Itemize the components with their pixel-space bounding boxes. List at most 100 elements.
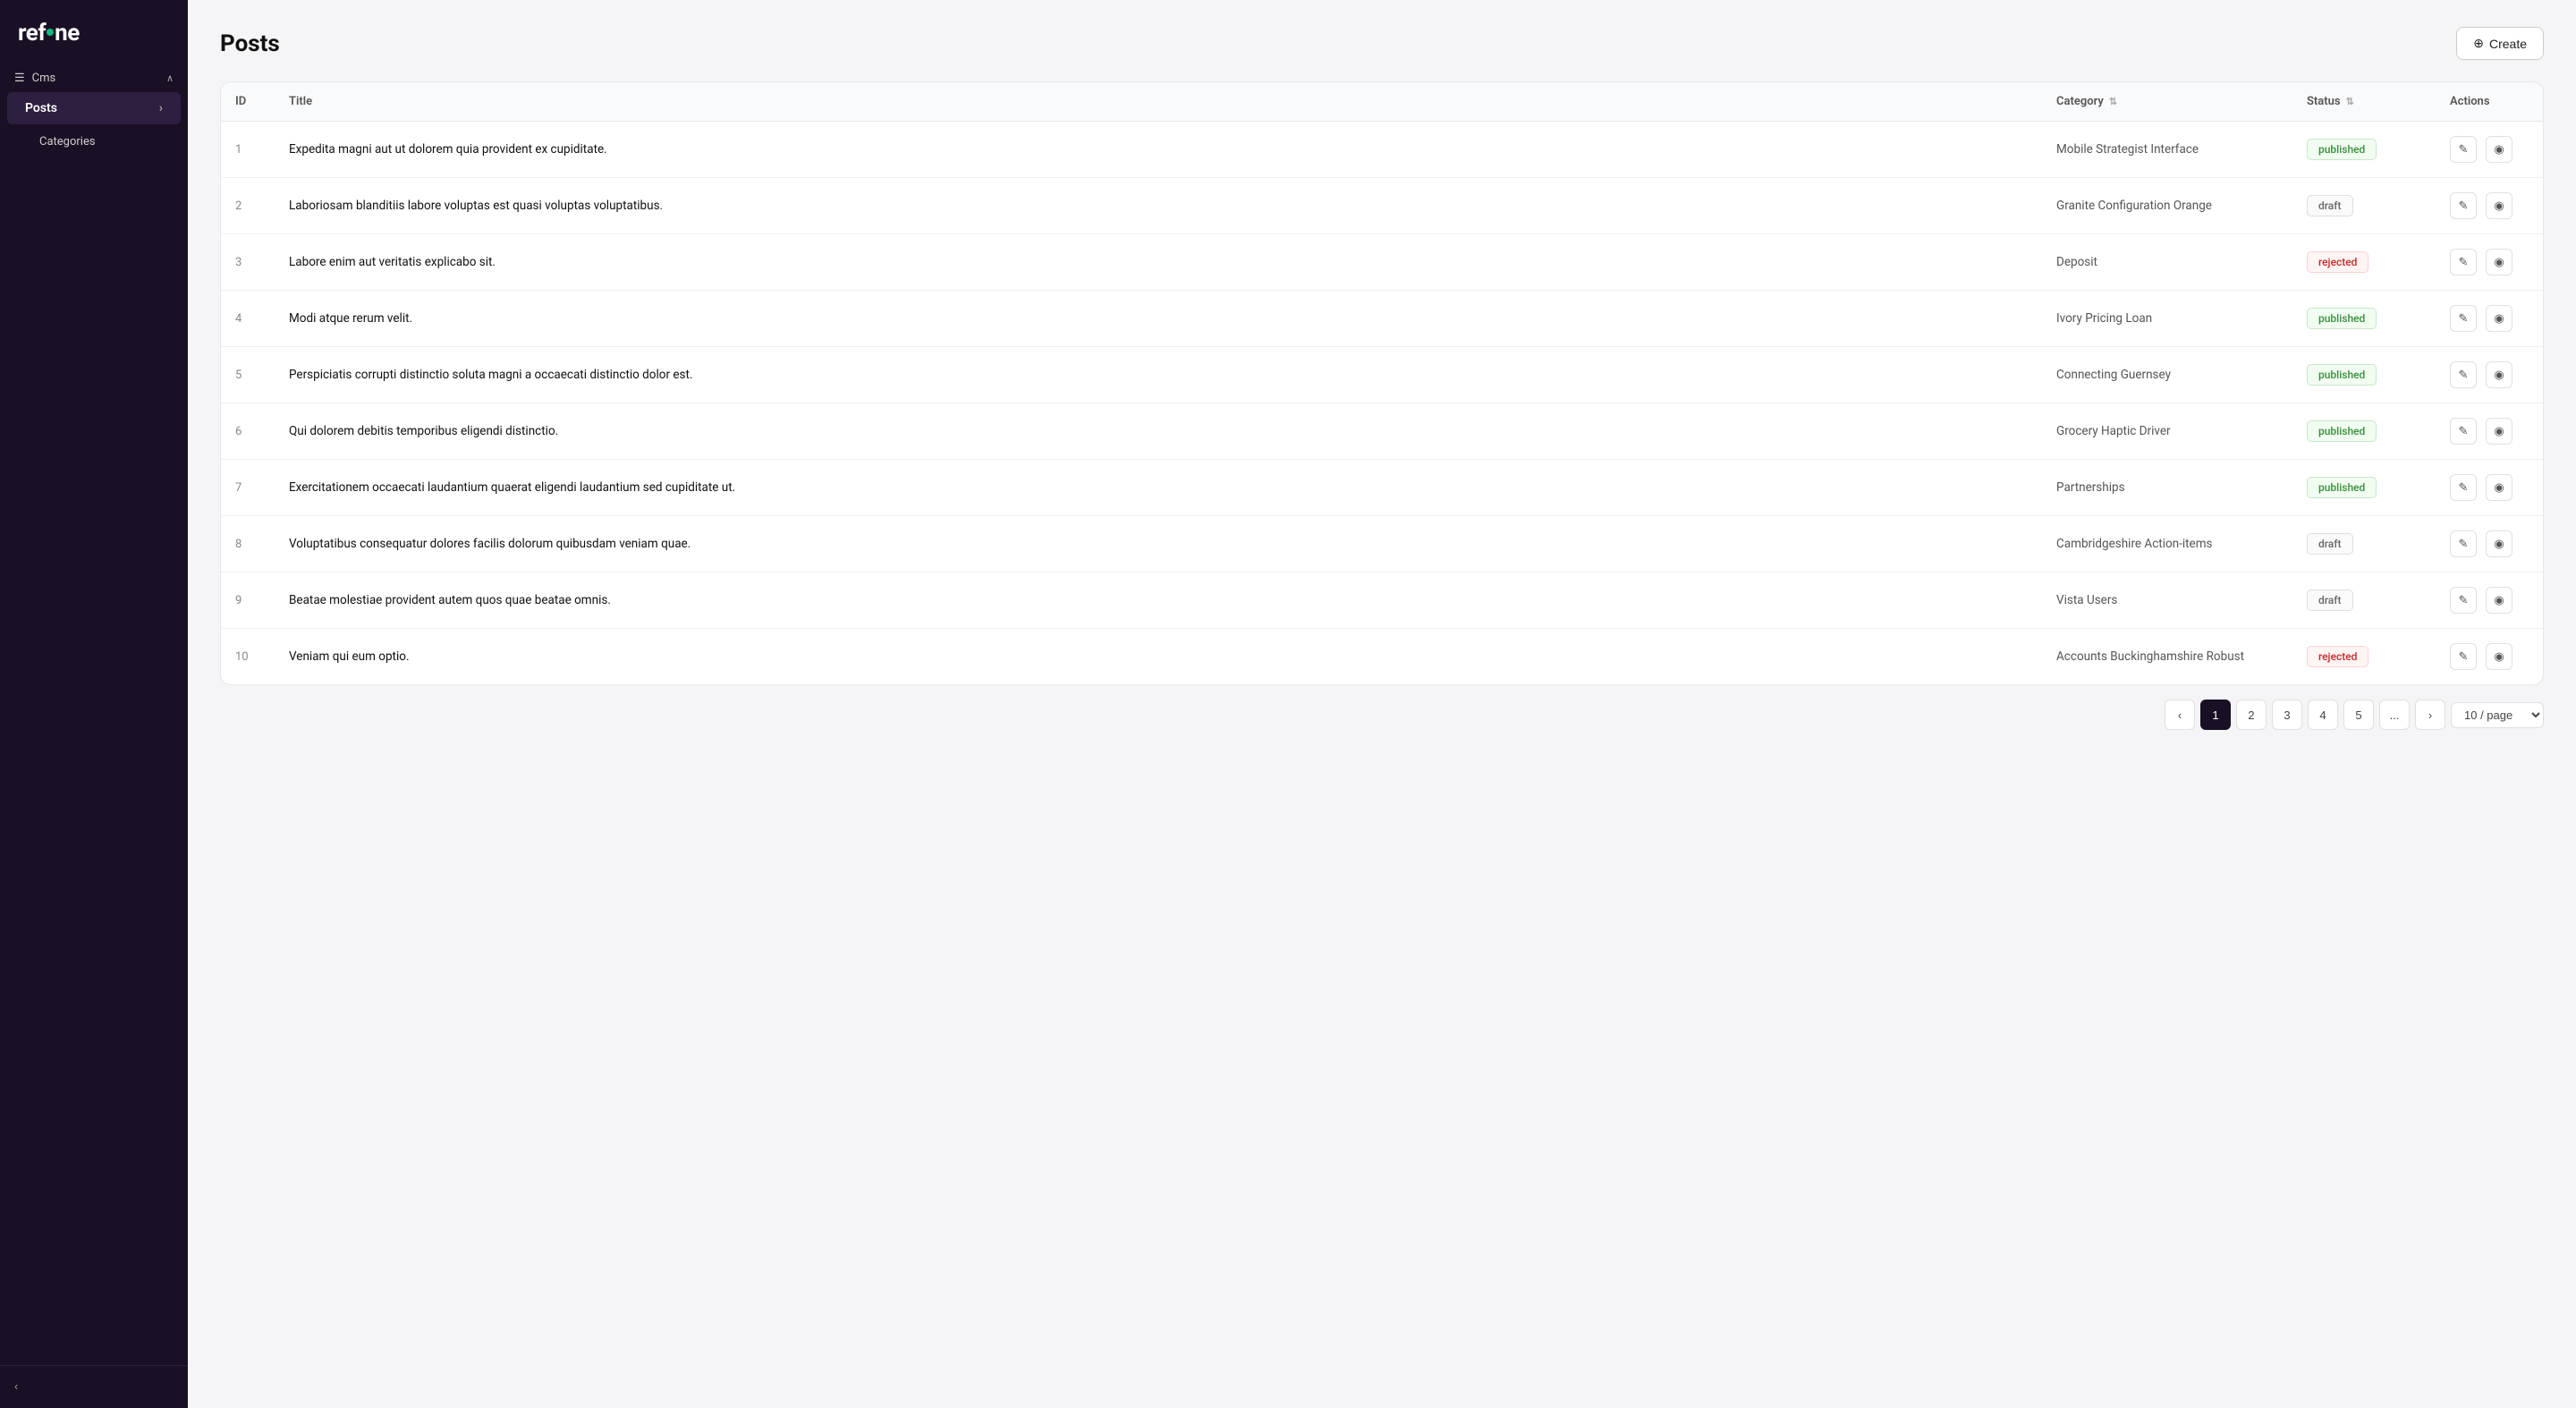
view-button[interactable]: ◉	[2486, 192, 2512, 219]
cell-category: Granite Configuration Orange	[2042, 178, 2292, 234]
sidebar-item-categories[interactable]: Categories	[7, 127, 181, 157]
view-button[interactable]: ◉	[2486, 474, 2512, 501]
posts-table: ID Title Category ⇅ Status	[221, 82, 2543, 684]
cell-actions: ✎ ◉	[2436, 347, 2543, 403]
cell-actions: ✎ ◉	[2436, 122, 2543, 178]
page-header: Posts ⊕ Create	[220, 27, 2544, 60]
cell-status: draft	[2292, 573, 2436, 629]
collapse-arrow-icon: ‹	[14, 1380, 18, 1394]
view-button[interactable]: ◉	[2486, 530, 2512, 557]
view-button[interactable]: ◉	[2486, 418, 2512, 445]
cell-actions: ✎ ◉	[2436, 403, 2543, 460]
pagination-page-5[interactable]: 5	[2343, 700, 2374, 730]
edit-button[interactable]: ✎	[2450, 530, 2477, 557]
create-button[interactable]: ⊕ Create	[2456, 27, 2544, 60]
status-badge: draft	[2307, 195, 2353, 216]
table-row: 4 Modi atque rerum velit. Ivory Pricing …	[221, 291, 2543, 347]
edit-button[interactable]: ✎	[2450, 474, 2477, 501]
view-button[interactable]: ◉	[2486, 249, 2512, 276]
status-badge: draft	[2307, 533, 2353, 555]
table-row: 3 Labore enim aut veritatis explicabo si…	[221, 234, 2543, 291]
table-row: 9 Beatae molestiae provident autem quos …	[221, 573, 2543, 629]
edit-button[interactable]: ✎	[2450, 361, 2477, 388]
category-filter-icon[interactable]: ⇅	[2109, 96, 2117, 107]
view-button[interactable]: ◉	[2486, 305, 2512, 332]
create-label: Create	[2489, 37, 2527, 51]
per-page-select[interactable]: 10 / page 20 / page 50 / page 100 / page	[2451, 702, 2544, 728]
cell-category: Cambridgeshire Action-items	[2042, 516, 2292, 573]
status-badge: rejected	[2307, 646, 2368, 667]
pagination-page-1[interactable]: 1	[2200, 700, 2231, 730]
cell-id: 7	[221, 460, 275, 516]
cell-status: published	[2292, 347, 2436, 403]
status-filter-icon[interactable]: ⇅	[2346, 96, 2354, 107]
col-header-actions: Actions	[2436, 82, 2543, 122]
cell-status: draft	[2292, 516, 2436, 573]
status-badge: rejected	[2307, 251, 2368, 273]
sidebar-cms-section[interactable]: ☰ Cms ∧	[0, 63, 188, 90]
table-header-row: ID Title Category ⇅ Status	[221, 82, 2543, 122]
edit-button[interactable]: ✎	[2450, 249, 2477, 276]
col-header-category[interactable]: Category ⇅	[2042, 82, 2292, 122]
cell-status: rejected	[2292, 629, 2436, 685]
cell-actions: ✎ ◉	[2436, 234, 2543, 291]
col-header-id: ID	[221, 82, 275, 122]
cell-status: published	[2292, 460, 2436, 516]
edit-button[interactable]: ✎	[2450, 643, 2477, 670]
cell-title: Veniam qui eum optio.	[275, 629, 2042, 685]
table-row: 1 Expedita magni aut ut dolorem quia pro…	[221, 122, 2543, 178]
status-badge: published	[2307, 364, 2377, 386]
view-button[interactable]: ◉	[2486, 361, 2512, 388]
cell-id: 1	[221, 122, 275, 178]
pagination-next[interactable]: ›	[2415, 700, 2445, 730]
edit-button[interactable]: ✎	[2450, 418, 2477, 445]
cell-title: Expedita magni aut ut dolorem quia provi…	[275, 122, 2042, 178]
cell-actions: ✎ ◉	[2436, 629, 2543, 685]
posts-table-container: ID Title Category ⇅ Status	[220, 81, 2544, 685]
cell-id: 2	[221, 178, 275, 234]
view-button[interactable]: ◉	[2486, 643, 2512, 670]
cell-title: Labore enim aut veritatis explicabo sit.	[275, 234, 2042, 291]
pagination-page-2[interactable]: 2	[2236, 700, 2267, 730]
pagination-page-4[interactable]: 4	[2308, 700, 2338, 730]
pagination-page-3[interactable]: 3	[2272, 700, 2302, 730]
cell-category: Grocery Haptic Driver	[2042, 403, 2292, 460]
view-button[interactable]: ◉	[2486, 587, 2512, 614]
table-row: 6 Qui dolorem debitis temporibus eligend…	[221, 403, 2543, 460]
cell-category: Partnerships	[2042, 460, 2292, 516]
sidebar-item-posts[interactable]: Posts ›	[7, 92, 181, 124]
edit-button[interactable]: ✎	[2450, 587, 2477, 614]
table-row: 10 Veniam qui eum optio. Accounts Buckin…	[221, 629, 2543, 685]
edit-button[interactable]: ✎	[2450, 136, 2477, 163]
view-button[interactable]: ◉	[2486, 136, 2512, 163]
cell-status: published	[2292, 122, 2436, 178]
cell-id: 5	[221, 347, 275, 403]
pagination-prev[interactable]: ‹	[2165, 700, 2195, 730]
cell-id: 3	[221, 234, 275, 291]
cell-category: Connecting Guernsey	[2042, 347, 2292, 403]
status-badge: draft	[2307, 589, 2353, 611]
cell-title: Beatae molestiae provident autem quos qu…	[275, 573, 2042, 629]
cell-category: Mobile Strategist Interface	[2042, 122, 2292, 178]
page-title: Posts	[220, 30, 280, 57]
main-content: Posts ⊕ Create ID Title Category	[188, 0, 2576, 1408]
cell-actions: ✎ ◉	[2436, 291, 2543, 347]
table-row: 2 Laboriosam blanditiis labore voluptas …	[221, 178, 2543, 234]
logo: refne	[0, 0, 188, 63]
chevron-right-icon: ›	[159, 101, 163, 115]
hamburger-icon: ☰	[14, 72, 25, 85]
cell-title: Voluptatibus consequatur dolores facilis…	[275, 516, 2042, 573]
status-badge: published	[2307, 477, 2377, 498]
pagination-ellipsis[interactable]: ...	[2379, 700, 2410, 730]
edit-button[interactable]: ✎	[2450, 192, 2477, 219]
cell-status: published	[2292, 403, 2436, 460]
cell-category: Accounts Buckinghamshire Robust	[2042, 629, 2292, 685]
table-row: 7 Exercitationem occaecati laudantium qu…	[221, 460, 2543, 516]
cms-label: Cms	[32, 72, 56, 85]
cell-id: 4	[221, 291, 275, 347]
chevron-up-icon: ∧	[166, 72, 174, 84]
collapse-button[interactable]: ‹	[14, 1380, 174, 1394]
cell-actions: ✎ ◉	[2436, 178, 2543, 234]
edit-button[interactable]: ✎	[2450, 305, 2477, 332]
col-header-status[interactable]: Status ⇅	[2292, 82, 2436, 122]
